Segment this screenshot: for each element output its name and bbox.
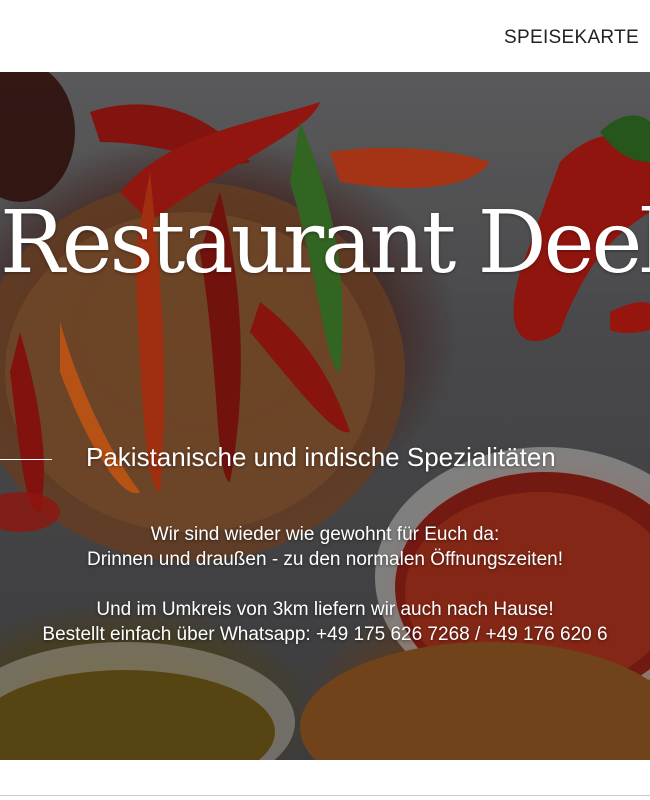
announcement-line-2: Drinnen und draußen - zu den normalen Öf… [86,549,563,570]
delivery-line-2: Bestellt einfach über Whatsapp: +49 175 … [42,624,608,645]
hero-announcement: Wir sind wieder wie gewohnt für Euch da:… [0,522,650,647]
hero-section: Restaurant Deeba Pakistanische und indis… [0,72,650,760]
nav-link-speisekarte[interactable]: SPEISEKARTE [504,27,639,49]
site-header: SPEISEKARTE [0,0,650,72]
delivery-line-1: Und im Umkreis von 3km liefern wir auch … [96,599,554,620]
hero-overlay [0,72,650,760]
page: SPEISEKARTE Restaurant Dee Pakistanische… [0,0,650,800]
hero-subtitle: Pakistanische und indische Spezialitäten [86,442,556,472]
footer-divider [0,795,650,796]
subtitle-divider [0,459,52,460]
page-title: Restaurant Deeba [0,193,650,293]
announcement-line-1: Wir sind wieder wie gewohnt für Euch da: [150,524,500,545]
